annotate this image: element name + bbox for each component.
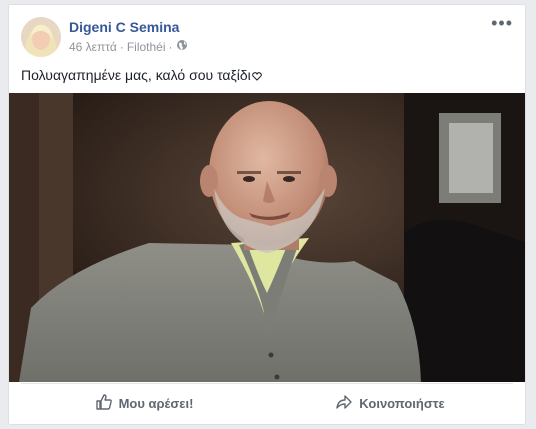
post-text-content: Πολυαγαπημένε μας, καλό σου ταξίδι: [21, 67, 251, 83]
post-actions: Μου αρέσει! Κοινοποιήστε: [21, 383, 513, 422]
post-time[interactable]: 46 λεπτά: [69, 40, 117, 54]
globe-icon[interactable]: [176, 39, 188, 54]
like-label: Μου αρέσει!: [118, 395, 194, 411]
share-button[interactable]: Κοινοποιήστε: [267, 393, 513, 414]
share-label: Κοινοποιήστε: [359, 395, 445, 411]
share-icon: [335, 393, 353, 414]
post-photo[interactable]: [9, 93, 525, 382]
meta-separator: ·: [168, 39, 173, 54]
post-meta: 46 λεπτά · Filothéi ·: [69, 39, 188, 54]
post-card: Digeni C Semina 46 λεπτά · Filothéi · ••…: [8, 4, 526, 425]
post-location[interactable]: Filothéi: [127, 40, 166, 54]
author-avatar[interactable]: [21, 17, 61, 57]
like-icon: [95, 393, 113, 414]
author-name[interactable]: Digeni C Semina: [69, 19, 179, 35]
meta-separator: ·: [119, 39, 124, 54]
heart-emoji-icon: [251, 67, 262, 83]
like-button[interactable]: Μου αρέσει!: [21, 393, 267, 414]
more-options-icon[interactable]: •••: [491, 13, 513, 34]
post-text: Πολυαγαπημένε μας, καλό σου ταξίδι: [21, 67, 262, 83]
